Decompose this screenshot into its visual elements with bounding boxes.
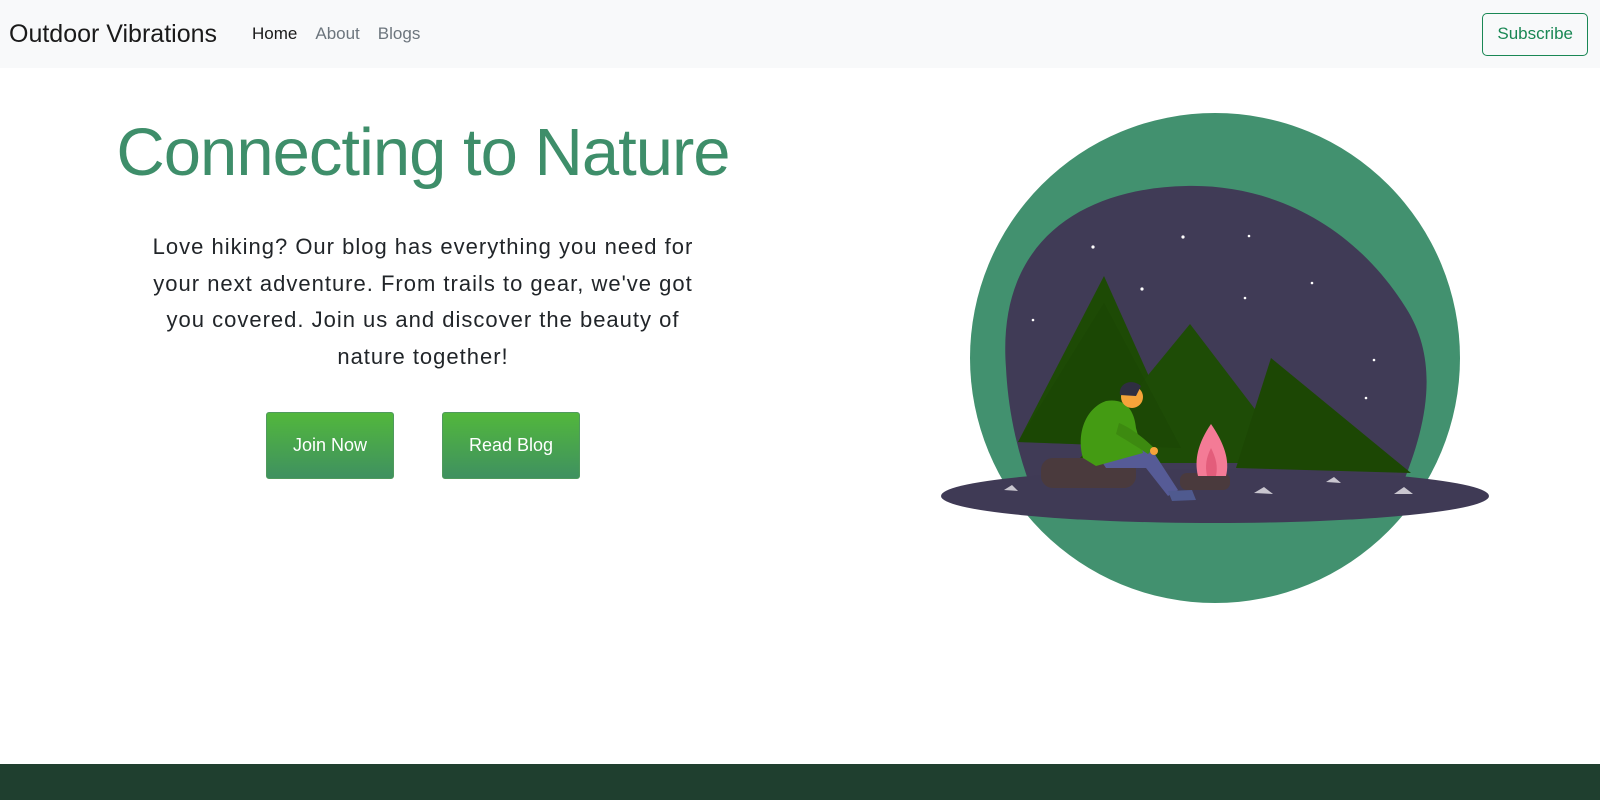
top-navbar: Outdoor Vibrations Home About Blogs Subs… [0, 0, 1600, 68]
join-now-button[interactable]: Join Now [265, 412, 394, 479]
nav-links: Home About Blogs [243, 24, 429, 44]
hero-buttons: Join Now Read Blog [108, 412, 738, 479]
hero-title: Connecting to Nature [116, 115, 730, 190]
subscribe-button[interactable]: Subscribe [1482, 12, 1588, 56]
nav-link-blogs[interactable]: Blogs [369, 24, 430, 44]
camper-by-campfire-icon [941, 113, 1489, 603]
camper-illustration [936, 108, 1492, 608]
nav-link-home[interactable]: Home [243, 24, 306, 44]
hero-description: Love hiking? Our blog has everything you… [152, 234, 694, 369]
brand-logo-text[interactable]: Outdoor Vibrations [9, 20, 217, 49]
hero-section: Connecting to Nature Love hiking? Our bl… [108, 110, 738, 479]
read-blog-button[interactable]: Read Blog [441, 412, 581, 479]
footer-bar [0, 764, 1600, 800]
nav-link-about[interactable]: About [306, 24, 368, 44]
